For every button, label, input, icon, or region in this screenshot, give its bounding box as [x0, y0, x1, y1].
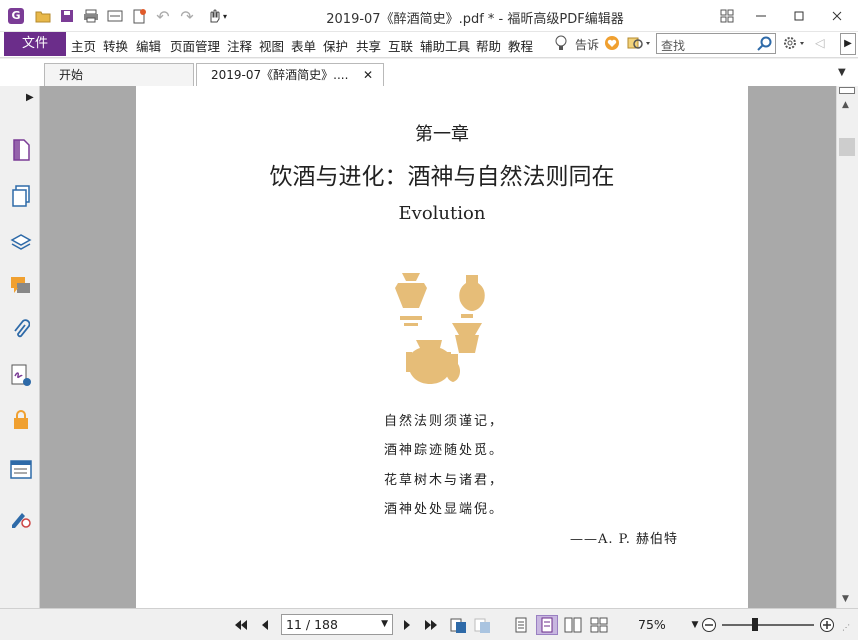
menu-view[interactable]: 视图 [259, 36, 284, 55]
pdf-page[interactable]: 第一章 饮酒与进化：酒神与自然法则同在 Evolution 自然法则须谨记， 酒… [136, 86, 748, 608]
security-lock-icon[interactable] [10, 408, 32, 432]
vertical-scrollbar[interactable]: ▲ ▼ [836, 86, 858, 608]
continuous-view-icon[interactable] [536, 615, 558, 635]
signature-panel-icon[interactable] [10, 364, 32, 388]
minimize-button[interactable] [750, 6, 772, 26]
poem-attribution: ——A. P. 赫伯特 [570, 532, 679, 547]
menu-protect[interactable]: 保护 [323, 36, 348, 55]
page-thumbnails-icon[interactable] [10, 138, 32, 162]
menu-home[interactable]: 主页 [71, 36, 96, 55]
search-options-icon[interactable] [627, 35, 651, 54]
maximize-button[interactable] [788, 6, 810, 26]
tell-me-label[interactable]: 告诉 [575, 36, 599, 53]
app-logo-icon: G [8, 8, 24, 24]
previous-page-icon[interactable] [256, 615, 274, 635]
split-view-handle[interactable] [839, 87, 855, 94]
poem-line-1: 自然法则须谨记， [384, 414, 505, 429]
title-bar: G ↶ ↷ ▾ 2019-07《醉酒简史》.pdf * - 福昕高级PDF编辑器 [0, 0, 858, 32]
zoom-in-icon[interactable] [818, 615, 836, 635]
heart-icon[interactable] [604, 35, 620, 54]
resize-grip-icon[interactable]: ⋰ [842, 623, 850, 632]
document-tab-bar: 开始 2019-07《醉酒简史》.... ✕ ▼ [0, 59, 858, 86]
continuous-facing-view-icon[interactable] [590, 615, 608, 635]
status-bar: 11 / 188 ▼ 75% ▼ ⋰ [0, 608, 858, 640]
tab-start[interactable]: 开始 [44, 63, 194, 86]
poem-line-4: 酒神处处显端倪。 [384, 502, 505, 517]
menu-accessibility[interactable]: 辅助工具 [420, 36, 470, 55]
tab-start-label: 开始 [59, 68, 84, 82]
search-input[interactable]: 查找 [656, 33, 776, 54]
menu-share[interactable]: 共享 [356, 36, 381, 55]
menu-form[interactable]: 表单 [291, 36, 316, 55]
redo-icon[interactable]: ↷ [178, 7, 196, 26]
chapter-subtitle: Evolution [398, 203, 486, 224]
file-menu-button[interactable]: 文件 [4, 32, 66, 56]
menu-help[interactable]: 帮助 [476, 36, 501, 55]
poem-line-3: 花草树木与诸君， [384, 473, 505, 488]
first-page-icon[interactable] [232, 615, 250, 635]
zoom-slider-track[interactable] [722, 624, 814, 626]
tab-close-icon[interactable]: ✕ [363, 64, 373, 86]
settings-gear-icon[interactable] [782, 35, 806, 54]
zoom-out-icon[interactable] [700, 615, 718, 635]
scan-icon[interactable] [106, 7, 124, 25]
amphora-illustration [395, 273, 485, 384]
scroll-down-arrow-icon[interactable]: ▼ [842, 594, 849, 604]
search-icon[interactable] [757, 36, 772, 51]
last-page-icon[interactable] [422, 615, 440, 635]
facing-view-icon[interactable] [564, 615, 582, 635]
certificate-pen-icon[interactable] [10, 506, 32, 530]
menu-convert[interactable]: 转换 [103, 36, 128, 55]
document-workspace[interactable]: 第一章 饮酒与进化：酒神与自然法则同在 Evolution 自然法则须谨记， 酒… [40, 86, 836, 608]
form-fields-icon[interactable] [10, 458, 32, 482]
customize-toolbar-chevron-icon[interactable]: ▾ [220, 7, 230, 25]
page-number-input[interactable]: 11 / 188 ▼ [281, 614, 393, 635]
ribbon-layout-icon[interactable] [716, 6, 738, 26]
menu-bar: 文件 主页 转换 编辑 页面管理 注释 视图 表单 保护 共享 互联 辅助工具 … [0, 32, 858, 58]
next-page-icon[interactable] [398, 615, 416, 635]
previous-view-icon[interactable] [450, 615, 468, 635]
new-document-icon[interactable] [130, 7, 148, 25]
close-window-button[interactable] [826, 6, 848, 26]
menu-connect[interactable]: 互联 [388, 36, 413, 55]
menu-comment[interactable]: 注释 [227, 36, 252, 55]
undo-icon[interactable]: ↶ [154, 7, 172, 26]
tab-document[interactable]: 2019-07《醉酒简史》.... ✕ [196, 63, 384, 86]
navigation-sidebar: ▶ [0, 86, 42, 640]
back-arrow-icon[interactable]: ◁ [815, 35, 825, 50]
search-placeholder: 查找 [661, 39, 686, 53]
page-dropdown-chevron-icon[interactable]: ▼ [381, 615, 388, 634]
print-icon[interactable] [82, 7, 100, 25]
menu-page-management[interactable]: 页面管理 [170, 36, 220, 55]
window-title: 2019-07《醉酒简史》.pdf * - 福昕高级PDF编辑器 [326, 12, 624, 27]
lightbulb-icon[interactable] [554, 34, 568, 55]
scroll-up-arrow-icon[interactable]: ▲ [842, 100, 849, 110]
open-folder-icon[interactable] [34, 7, 52, 25]
single-page-view-icon[interactable] [512, 615, 530, 635]
expand-panel-icon[interactable]: ▶ [26, 92, 34, 103]
zoom-slider-thumb[interactable] [752, 618, 758, 631]
attachment-paperclip-icon[interactable] [10, 318, 32, 342]
next-view-icon[interactable] [474, 615, 492, 635]
pages-icon[interactable] [10, 184, 32, 208]
menu-tutorial[interactable]: 教程 [508, 36, 533, 55]
chapter-number: 第一章 [415, 124, 469, 145]
save-icon[interactable] [58, 7, 76, 25]
page-number-value: 11 / 188 [286, 617, 338, 632]
poem-line-2: 酒神踪迹随处觅。 [384, 443, 505, 458]
tab-document-label: 2019-07《醉酒简史》.... [211, 68, 349, 82]
comments-icon[interactable] [10, 274, 32, 298]
layers-icon[interactable] [10, 230, 32, 254]
tab-list-chevron-icon[interactable]: ▼ [838, 67, 846, 78]
zoom-level[interactable]: 75% [638, 617, 666, 632]
scroll-thumb[interactable] [839, 138, 855, 156]
menu-edit[interactable]: 编辑 [136, 36, 161, 55]
chapter-heading: 饮酒与进化：酒神与自然法则同在 [269, 164, 615, 190]
ribbon-expand-button[interactable]: ▶ [840, 33, 856, 55]
